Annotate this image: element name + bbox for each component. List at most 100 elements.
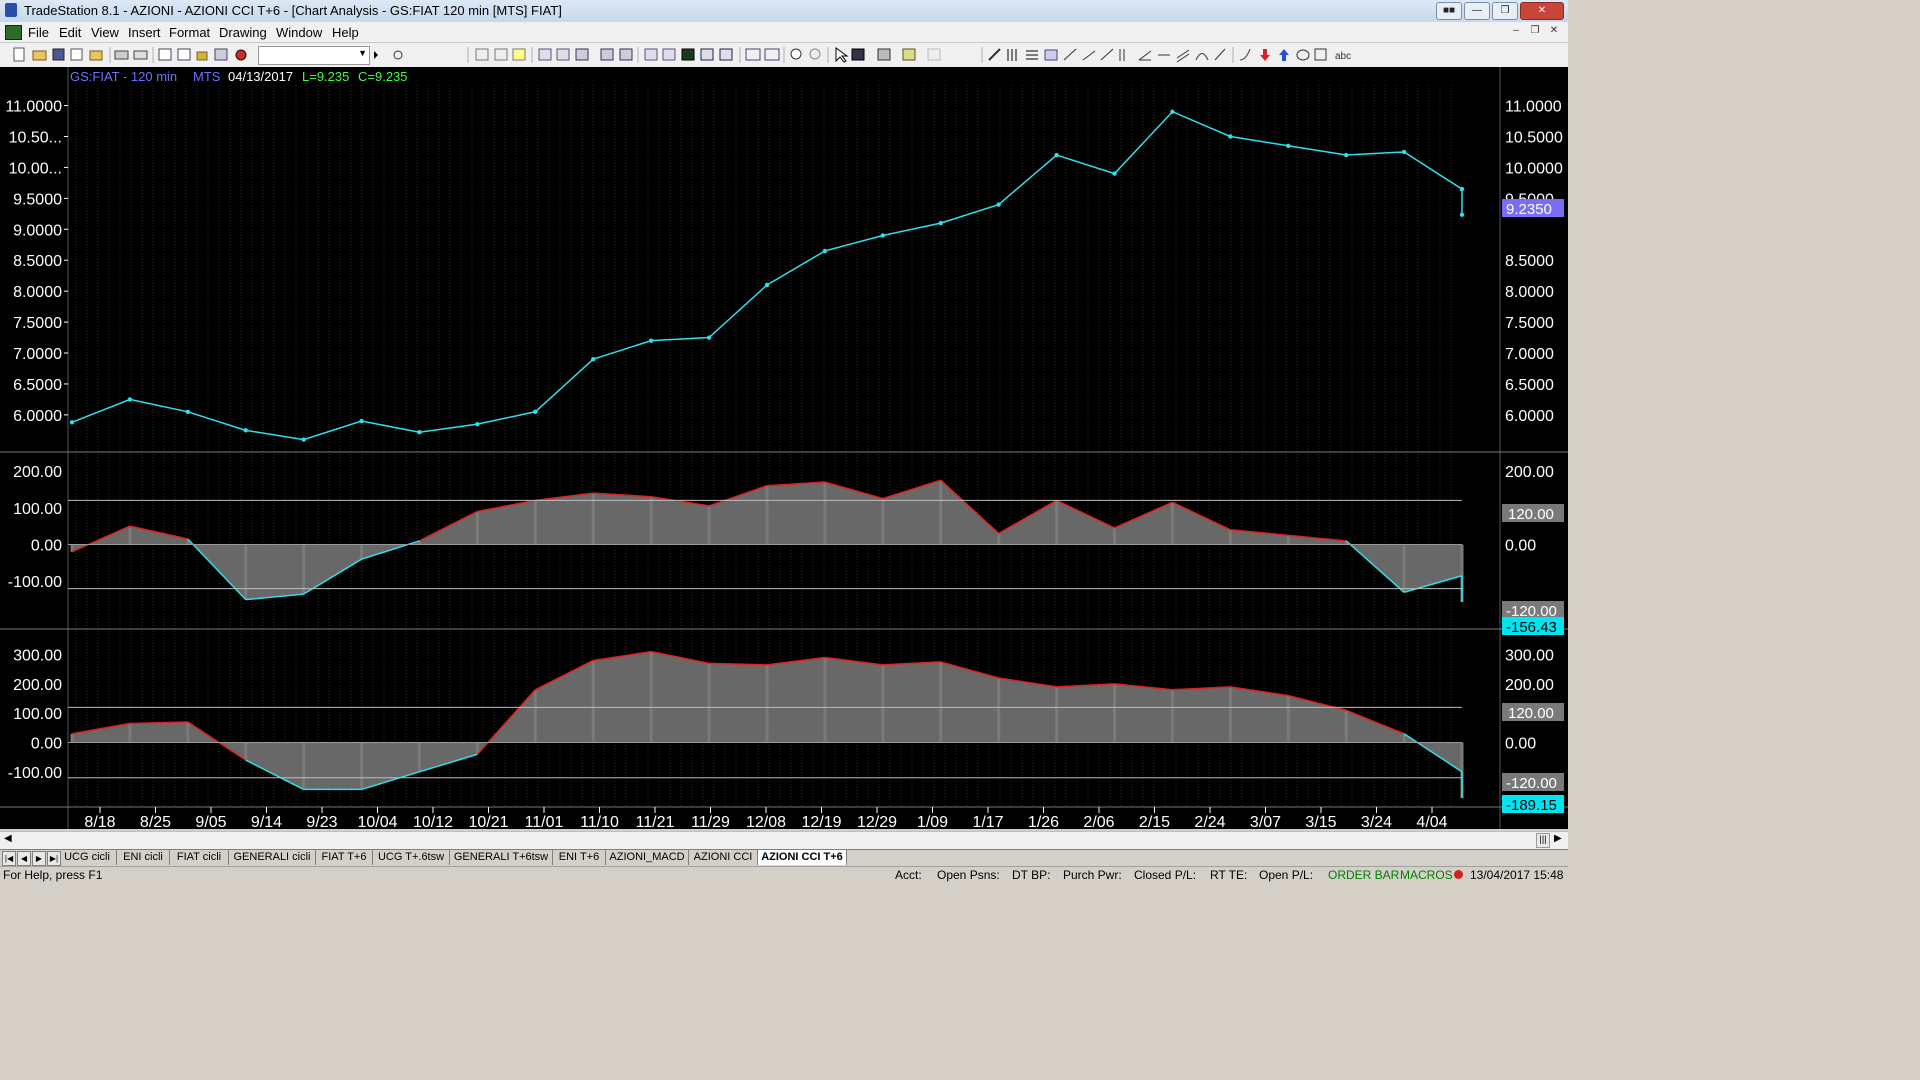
bar-chart-icon[interactable] (475, 48, 489, 61)
bar-type-icon[interactable] (719, 48, 733, 61)
chart-svg[interactable]: 11.0000 10.50... 10.00... 9.5000 9.0000 8.500… (0, 67, 1568, 829)
tab-fiat-cicli[interactable]: FIAT cicli (170, 850, 229, 865)
pencil-tool-icon[interactable] (988, 48, 1001, 61)
price-panel[interactable] (69, 109, 1465, 442)
tab-eni-t6[interactable]: ENI T+6 (553, 850, 606, 865)
close-button[interactable]: ✕ (1520, 2, 1564, 20)
tab-ucg-t6tsw[interactable]: UCG T+.6tsw (373, 850, 450, 865)
menu-edit[interactable]: Edit (59, 25, 81, 40)
ellipse-icon[interactable] (1296, 49, 1310, 61)
menu-insert[interactable]: Insert (128, 25, 161, 40)
zoom-in-icon[interactable] (790, 48, 802, 60)
window-icon[interactable] (158, 48, 172, 61)
window-tile-icon[interactable] (177, 48, 191, 61)
andrews-icon[interactable] (1119, 49, 1125, 61)
arc-icon[interactable] (1195, 53, 1209, 61)
minimize-button[interactable]: — (1464, 2, 1490, 20)
tab-generali-cicli[interactable]: GENERALI cicli (229, 850, 316, 865)
tab-azioni-cci-t6[interactable]: AZIONI CCI T+6 (758, 850, 847, 865)
folder-icon[interactable] (89, 50, 103, 61)
tab-next-icon[interactable]: ▶ (32, 851, 46, 866)
tab-generali-t6tsw[interactable]: GENERALI T+6tsw (450, 850, 553, 865)
menu-window[interactable]: Window (276, 25, 322, 40)
tools-icon[interactable] (214, 48, 228, 61)
channel-icon[interactable] (1176, 49, 1190, 63)
chart-analysis-window[interactable]: 11.0000 10.50... 10.00... 9.5000 9.0000 8.500… (0, 67, 1568, 829)
tab-ucg-cicli[interactable]: UCG cicli (58, 850, 117, 865)
save-all-icon[interactable] (52, 48, 65, 61)
zoom-out-icon[interactable] (809, 48, 821, 60)
vertical-lines-icon[interactable] (1007, 49, 1017, 61)
extra-button-icon[interactable]: ■■ (1436, 2, 1462, 20)
scroll-thumb[interactable]: ||| (1536, 833, 1550, 848)
brush-icon[interactable] (1214, 48, 1226, 61)
trendline-icon[interactable] (1082, 50, 1096, 61)
chart-refresh-icon[interactable] (575, 48, 589, 61)
tab-prev-icon[interactable]: ◀ (17, 851, 31, 866)
gann-icon[interactable] (1063, 48, 1077, 61)
tab-first-icon[interactable]: |◀ (2, 851, 16, 866)
save-icon[interactable] (70, 48, 83, 61)
restore-button[interactable]: ❐ (1492, 2, 1518, 20)
menu-drawing[interactable]: Drawing (219, 25, 267, 40)
speed-lines-icon[interactable] (1100, 48, 1114, 61)
date-axis-label: 8/25 (140, 814, 171, 829)
horizontal-lines-icon[interactable] (1026, 50, 1038, 60)
rectangle-icon[interactable] (1314, 48, 1327, 61)
compress-icon[interactable] (745, 48, 761, 61)
print-preview-icon[interactable] (133, 50, 148, 60)
zoom-search-icon[interactable] (393, 50, 403, 60)
mdi-restore-button[interactable]: ❐ (1527, 24, 1543, 38)
chart-cursor-icon[interactable] (851, 48, 865, 61)
new-file-icon[interactable] (13, 47, 25, 62)
tab-fiat-t6[interactable]: FIAT T+6 (316, 850, 373, 865)
tradestation-app-icon[interactable] (5, 3, 17, 17)
menu-help[interactable]: Help (332, 25, 359, 40)
refresh-icon[interactable] (556, 48, 570, 61)
scroll-right-icon[interactable]: ▶ (1554, 833, 1562, 844)
insert-analysis-icon[interactable] (600, 48, 614, 61)
lock-icon[interactable] (196, 51, 208, 61)
toolbar-icons: abc (13, 47, 1351, 63)
symbol-icon[interactable] (644, 48, 658, 61)
price-axis-left-label: 10.50... (9, 129, 62, 146)
strategy-icon[interactable] (235, 49, 247, 61)
data-icon[interactable] (662, 48, 676, 61)
menu-format[interactable]: Format (169, 25, 210, 40)
status-macros[interactable]: MACROS (1400, 868, 1453, 882)
pointer-icon[interactable] (835, 47, 849, 63)
curve-icon[interactable] (1239, 48, 1251, 61)
mdi-close-button[interactable]: ✕ (1546, 24, 1562, 38)
horizontal-scrollbar[interactable]: ◀ ||| ▶ (0, 831, 1568, 849)
text-tool-icon[interactable]: abc (1335, 51, 1351, 62)
chart-style-icon[interactable] (681, 48, 695, 61)
mdi-minimize-button[interactable]: – (1508, 24, 1524, 38)
expand-icon[interactable] (764, 48, 780, 61)
status-order-bar[interactable]: ORDER BAR (1328, 868, 1399, 882)
order-icon[interactable] (902, 48, 916, 61)
scroll-icon[interactable] (538, 48, 552, 61)
scroll-left-icon[interactable]: ◀ (4, 833, 12, 844)
sell-arrow-icon[interactable] (1260, 49, 1270, 61)
menu-view[interactable]: View (91, 25, 119, 40)
chart-document-icon[interactable] (5, 25, 22, 40)
buy-arrow-icon[interactable] (1279, 49, 1289, 61)
candlestick-icon[interactable] (700, 48, 714, 61)
tab-eni-cicli[interactable]: ENI cicli (117, 850, 170, 865)
open-folder-icon[interactable] (32, 50, 47, 61)
combo-dropdown-icon[interactable]: ▼ (358, 48, 367, 58)
print-icon[interactable] (114, 50, 129, 60)
list-icon[interactable] (512, 48, 526, 61)
fib-icon[interactable] (1044, 49, 1058, 61)
format-icon[interactable] (619, 48, 633, 61)
symbol-combo[interactable]: ▼ (258, 46, 370, 65)
angle-icon[interactable] (1138, 50, 1152, 61)
tab-azioni-cci[interactable]: AZIONI CCI (689, 850, 758, 865)
tab-azioni-macd[interactable]: AZIONI_MACD (606, 850, 689, 865)
chart-last-label: L=9.235 (302, 69, 349, 84)
toolbar-forward-icon[interactable] (374, 51, 378, 59)
hammer-icon[interactable] (877, 48, 891, 61)
disabled-icon[interactable] (927, 48, 941, 61)
menu-file[interactable]: File (28, 25, 49, 40)
table-icon[interactable] (494, 48, 508, 61)
